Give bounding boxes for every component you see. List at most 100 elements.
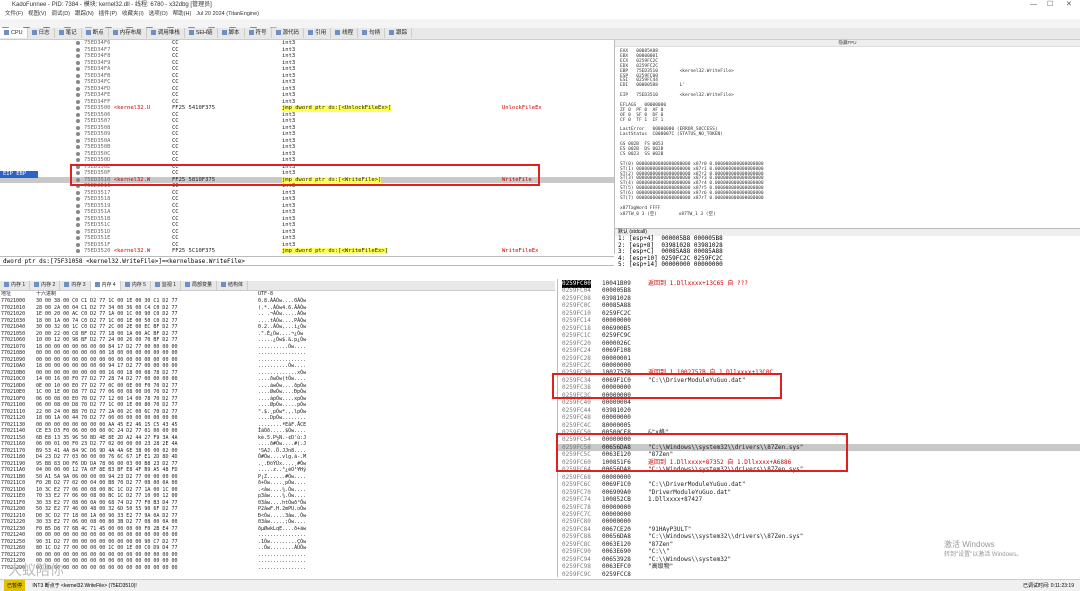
breakpoint-dot[interactable] <box>76 210 80 214</box>
memory-tab-5[interactable]: 监视 1 <box>151 281 182 290</box>
breakpoint-dot[interactable] <box>76 229 80 234</box>
tab-8[interactable]: 符号 <box>245 28 272 38</box>
stack-row[interactable]: 0259FC00 10041B09 返回到 1.Dllxxxx+13C65 自 ??… <box>558 280 1080 288</box>
stack-row[interactable]: 0259FC4C 80000005 <box>558 422 1080 430</box>
stack-view[interactable]: 0259FC00 10041B09 返回到 1.Dllxxxx+13C65 自 ??… <box>557 279 1080 577</box>
menu-item-7[interactable]: 帮助(H) <box>173 11 192 17</box>
memory-tab-7[interactable]: 结构体 <box>217 281 249 290</box>
memory-dump-view[interactable]: 地址 十六进制 UTF-8 77021000 30 00 38 00 C0 C1 … <box>0 291 555 577</box>
breakpoint-dot[interactable] <box>76 67 80 71</box>
tab-5[interactable]: 调用堆栈 <box>147 28 185 38</box>
tab-4[interactable]: 内存布局 <box>109 28 147 38</box>
stack-row[interactable]: 0259FC48 00000000 <box>558 414 1080 422</box>
minimize-button[interactable]: — <box>1030 0 1037 10</box>
memory-tab-6[interactable]: 局部变量 <box>181 281 218 290</box>
stack-row[interactable]: 0259FC2C 00000000 <box>558 362 1080 370</box>
breakpoint-dot[interactable] <box>76 203 80 208</box>
breakpoint-dot[interactable] <box>76 54 80 58</box>
menu-item-3[interactable]: 跟踪(N) <box>75 11 94 17</box>
menu-item-6[interactable]: 选项(O) <box>149 11 168 17</box>
breakpoint-dot[interactable] <box>76 223 80 227</box>
breakpoint-dot[interactable] <box>76 106 80 110</box>
menu-item-2[interactable]: 调试(D) <box>51 11 70 17</box>
stack-row[interactable]: 0259FC10 0259FC2C <box>558 310 1080 318</box>
breakpoint-dot[interactable] <box>76 197 80 201</box>
breakpoint-dot[interactable] <box>76 47 80 52</box>
breakpoint-dot[interactable] <box>76 73 80 78</box>
stack-row[interactable]: 0259FC08 03981028 <box>558 295 1080 303</box>
stack-row[interactable]: 0259FC84 0067CE20 "91HAyP3ULT" <box>558 526 1080 534</box>
stack-value: 03981020 <box>602 406 631 414</box>
menu-item-0[interactable]: 文件(F) <box>5 11 23 17</box>
maximize-button[interactable]: ☐ <box>1047 0 1053 10</box>
close-button[interactable]: ✕ <box>1066 0 1072 10</box>
menu-item-4[interactable]: 插件(P) <box>99 11 117 17</box>
breakpoint-dot[interactable] <box>76 99 80 104</box>
tab-0[interactable]: CPU <box>0 28 28 38</box>
breakpoint-dot[interactable] <box>76 190 80 195</box>
tab-9[interactable]: 源代码 <box>272 28 305 38</box>
breakpoint-dot[interactable] <box>76 86 80 91</box>
tab-3[interactable]: 断点 <box>82 28 109 38</box>
stack-row[interactable]: 0259FC70 006909A0 "DriverModuleYuGuo.dat" <box>558 489 1080 497</box>
breakpoint-dot[interactable] <box>76 158 80 162</box>
stack-row[interactable]: 0259FC0C 00085A88 <box>558 302 1080 310</box>
stack-row[interactable]: 0259FC9C 0259FCC8 <box>558 571 1080 577</box>
stack-row[interactable]: 0259FC7C 00000000 <box>558 511 1080 519</box>
stack-address: 0259FC44 <box>562 406 591 414</box>
stack-row[interactable]: 0259FC80 00000000 <box>558 518 1080 526</box>
hide-fpu-button[interactable]: 隐藏FPU <box>615 40 1080 47</box>
memory-tab-0[interactable]: 内存 1 <box>0 281 31 290</box>
stack-row[interactable]: 0259FC6C 0069F1C0 "C:\\DriverModuleYuGuo.d… <box>558 481 1080 489</box>
breakpoint-dot[interactable] <box>76 216 80 221</box>
stack-row[interactable]: 0259FC18 006900B5 <box>558 325 1080 333</box>
breakpoint-dot[interactable] <box>76 80 80 84</box>
breakpoint-dot[interactable] <box>76 151 80 156</box>
breakpoint-dot[interactable] <box>76 138 80 143</box>
stack-row[interactable]: 0259FC68 00000000 <box>558 474 1080 482</box>
breakpoint-dot[interactable] <box>76 41 80 45</box>
disasm-row[interactable]: 75ED3520 <kernel32.W FF25 5C10F375 jmp dwo… <box>0 248 614 254</box>
stack-row[interactable]: 0259FC20 0000026C <box>558 340 1080 348</box>
stack-row[interactable]: 0259FC14 00000000 <box>558 317 1080 325</box>
stack-value: 00000000 <box>602 518 631 526</box>
tab-13[interactable]: 跟踪 <box>385 28 413 38</box>
breakpoint-dot[interactable] <box>76 145 80 149</box>
breakpoint-dot[interactable] <box>76 60 80 65</box>
memory-tab-3[interactable]: 内存 4 <box>90 281 121 290</box>
tab-6[interactable]: SEH链 <box>185 28 218 38</box>
memory-tab-2[interactable]: 内存 3 <box>60 281 91 290</box>
breakpoint-dot[interactable] <box>76 242 80 247</box>
breakpoint-dot[interactable] <box>76 132 80 136</box>
tab-2[interactable]: 笔记 <box>55 28 82 38</box>
call-args-panel[interactable]: 默认 (stdcall) 1: [esp+4] 000005B8 000005B… <box>615 228 1080 271</box>
memory-tab-4[interactable]: 内存 5 <box>121 281 151 290</box>
stack-row[interactable]: 0259FC98 0063EFC0 "高级物" <box>558 563 1080 571</box>
breakpoint-dot[interactable] <box>76 236 80 240</box>
memory-tab-1[interactable]: 内存 2 <box>30 281 61 290</box>
tab-7[interactable]: 脚本 <box>218 28 245 38</box>
breakpoint-dot[interactable] <box>76 119 80 123</box>
breakpoint-dot[interactable] <box>76 249 80 253</box>
registers-panel[interactable]: 隐藏FPU EAX 00085A88 EBX 00000001 ECX 0259FC… <box>615 40 1080 228</box>
dump-row[interactable]: 77021290 00 00 00 00 00 00 00 00 00 00 00… <box>0 565 555 572</box>
debug-time: 已调试时间: 0:11:23:19 <box>1022 583 1074 589</box>
stack-row[interactable]: 0259FC04 000005B8 <box>558 287 1080 295</box>
stack-row[interactable]: 0259FC24 0069F108 <box>558 347 1080 355</box>
breakpoint-dot[interactable] <box>76 112 80 117</box>
stack-row[interactable]: 0259FC78 00000000 <box>558 504 1080 512</box>
stack-row[interactable]: 0259FC44 03981020 <box>558 407 1080 415</box>
menu-item-5[interactable]: 收藏夹(I) <box>122 11 144 17</box>
tab-11[interactable]: 线程 <box>331 28 359 38</box>
tab-12[interactable]: 句柄 <box>358 28 386 38</box>
stack-row[interactable]: 0259FC40 00000004 <box>558 399 1080 407</box>
stack-row[interactable]: 0259FC74 100852CB 1.Dllxxxx+87427 <box>558 496 1080 504</box>
breakpoint-dot[interactable] <box>76 125 80 130</box>
cpu-disassembly-view[interactable]: 75ED34F6 CC int3 75ED34F7 CC int3 75ED34F8 CC in… <box>0 40 615 254</box>
tab-1[interactable]: 日志 <box>28 28 55 38</box>
tab-10[interactable]: 引用 <box>304 28 332 38</box>
breakpoint-dot[interactable] <box>76 93 80 97</box>
stack-row[interactable]: 0259FC1C 0259FC9C <box>558 332 1080 340</box>
stack-row[interactable]: 0259FC28 00000001 <box>558 355 1080 363</box>
menu-item-1[interactable]: 视图(V) <box>28 11 46 17</box>
